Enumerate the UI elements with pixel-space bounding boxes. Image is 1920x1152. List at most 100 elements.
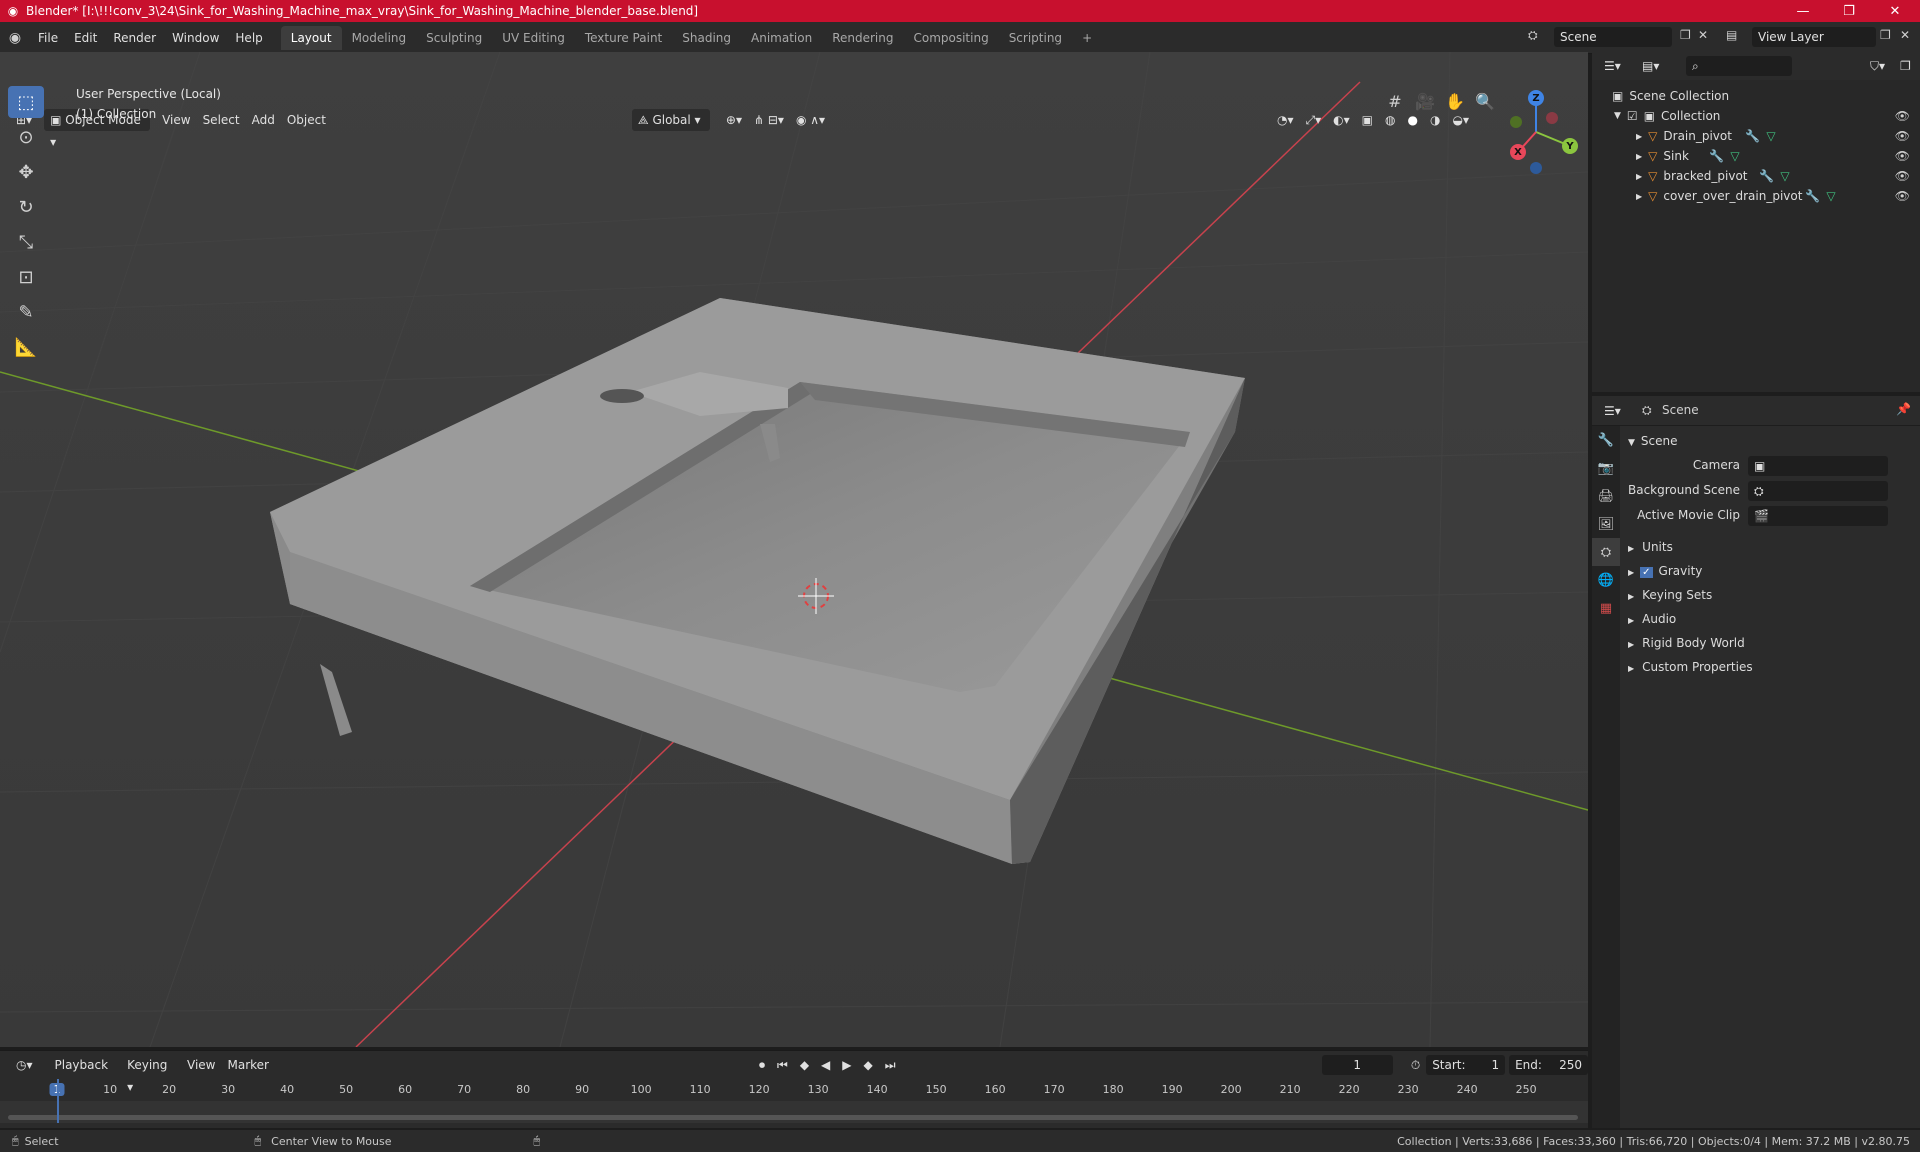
scene-tab-icon[interactable]: ⛭	[1592, 538, 1620, 566]
move-tool-icon[interactable]: ✥	[8, 156, 44, 188]
section-custom-properties[interactable]: ▶ Custom Properties	[1628, 660, 1753, 674]
section-gravity[interactable]: ▶ ✓ Gravity	[1628, 564, 1702, 578]
visibility-eye-icon[interactable]: 👁	[1895, 169, 1910, 183]
3d-viewport[interactable]: ⊞▾ ▣ Object Mode ▾ View Select Add Objec…	[0, 52, 1588, 1047]
outliner-scene-collection[interactable]: ▣ Scene Collection	[1592, 86, 1920, 106]
menu-playback[interactable]: Playback ▾	[49, 1054, 122, 1094]
menu-object[interactable]: Object	[281, 109, 332, 131]
texture-tab-icon[interactable]: ▦	[1592, 594, 1620, 622]
mesh-data-icon[interactable]: ▽	[1826, 189, 1835, 203]
tab-scripting[interactable]: Scripting	[999, 26, 1072, 50]
visibility-eye-icon[interactable]: 👁	[1895, 149, 1910, 163]
outliner-collection[interactable]: ▼ ☑ ▣ Collection 👁	[1592, 106, 1920, 126]
rotate-tool-icon[interactable]: ↻	[8, 191, 44, 223]
menu-marker[interactable]: Marker	[222, 1054, 275, 1076]
transform-orientation[interactable]: ⟁ Global ▾	[631, 109, 710, 131]
tool-tab-icon[interactable]: 🔧	[1592, 426, 1620, 454]
menu-edit[interactable]: Edit	[66, 26, 105, 50]
keyframe-area[interactable]	[0, 1101, 1588, 1123]
playhead[interactable]	[57, 1079, 59, 1123]
next-keyframe-icon[interactable]: ◆	[858, 1054, 879, 1076]
gizmo-z-axis[interactable]: Z	[1528, 90, 1544, 106]
delete-scene-icon[interactable]: ✕	[1698, 28, 1708, 42]
mesh-data-icon[interactable]: ▽	[1780, 169, 1789, 183]
active-movie-clip-field[interactable]: 🎬	[1748, 506, 1888, 526]
end-frame-field[interactable]: End: 250	[1509, 1055, 1588, 1075]
xray-icon[interactable]: ▣	[1356, 109, 1379, 131]
menu-render[interactable]: Render	[105, 26, 164, 50]
frame-ruler[interactable]: 1102030405060708090100110120130140150160…	[0, 1079, 1588, 1101]
new-collection-icon[interactable]: ❐	[1894, 55, 1917, 77]
delete-view-layer-icon[interactable]: ✕	[1900, 28, 1910, 42]
play-reverse-icon[interactable]: ◀	[815, 1054, 836, 1076]
gizmo-x-axis[interactable]: X	[1510, 144, 1526, 160]
menu-help[interactable]: Help	[227, 26, 270, 50]
menu-file[interactable]: File	[30, 26, 66, 50]
filter-icon[interactable]: ⛉▾	[1864, 55, 1891, 77]
blender-menu-icon[interactable]: ◉	[0, 30, 30, 46]
outliner-object-bracked-pivot[interactable]: ▶ ▽ bracked_pivot 🔧 ▽ 👁	[1592, 166, 1920, 186]
section-keying-sets[interactable]: ▶ Keying Sets	[1628, 588, 1712, 602]
pan-hand-icon[interactable]: ✋	[1440, 86, 1470, 116]
tab-modeling[interactable]: Modeling	[342, 26, 417, 50]
annotate-tool-icon[interactable]: ✎	[8, 296, 44, 328]
outliner-object-cover-over-drain-pivot[interactable]: ▶ ▽ cover_over_drain_pivot 🔧 ▽ 👁	[1592, 186, 1920, 206]
cursor-tool-icon[interactable]: ⊙	[8, 121, 44, 153]
tab-shading[interactable]: Shading	[672, 26, 741, 50]
new-view-layer-icon[interactable]: ❐	[1880, 28, 1891, 42]
gizmo-toggle-icon[interactable]: ⤢▾	[1300, 109, 1328, 131]
record-icon[interactable]: ⏺	[753, 1054, 771, 1076]
background-scene-field[interactable]: ⛭	[1748, 481, 1888, 501]
scale-tool-icon[interactable]: ⤡	[8, 226, 44, 258]
grid-view-icon[interactable]: #	[1380, 86, 1410, 116]
menu-add[interactable]: Add	[246, 109, 281, 131]
gizmo-neg-y-axis[interactable]	[1510, 116, 1522, 128]
mesh-data-icon[interactable]: ▽	[1730, 149, 1739, 163]
scene-selector[interactable]: Scene	[1554, 27, 1672, 47]
expand-icon[interactable]: ▶	[1636, 192, 1642, 201]
tab-sculpting[interactable]: Sculpting	[416, 26, 492, 50]
view-layer-tab-icon[interactable]: 🖼	[1592, 510, 1620, 538]
scene-panel-header[interactable]: ▼ Scene	[1628, 434, 1678, 448]
camera-view-icon[interactable]: 🎥	[1410, 86, 1440, 116]
render-tab-icon[interactable]: 📷	[1592, 454, 1620, 482]
navigation-gizmo[interactable]: Z Y X	[1500, 90, 1588, 180]
output-tab-icon[interactable]: 🖨	[1592, 482, 1620, 510]
transform-tool-icon[interactable]: ⊡	[8, 261, 44, 293]
tab-layout[interactable]: Layout	[280, 25, 342, 50]
menu-view[interactable]: View	[181, 1054, 221, 1076]
visibility-eye-icon[interactable]: 👁	[1895, 129, 1910, 143]
tab-uv-editing[interactable]: UV Editing	[492, 26, 575, 50]
menu-window[interactable]: Window	[164, 26, 227, 50]
modifier-wrench-icon[interactable]: 🔧	[1709, 149, 1724, 163]
outliner-object-drain-pivot[interactable]: ▶ ▽ Drain_pivot 🔧 ▽ 👁	[1592, 126, 1920, 146]
current-frame-field[interactable]: 1	[1321, 1055, 1393, 1075]
close-button[interactable]: ✕	[1872, 0, 1918, 22]
gravity-checkbox[interactable]: ✓	[1640, 567, 1653, 578]
zoom-icon[interactable]: 🔍	[1470, 86, 1500, 116]
modifier-wrench-icon[interactable]: 🔧	[1759, 169, 1774, 183]
pin-icon[interactable]: 📌	[1896, 402, 1911, 416]
expand-icon[interactable]: ▶	[1636, 132, 1642, 141]
world-tab-icon[interactable]: 🌐	[1592, 566, 1620, 594]
modifier-wrench-icon[interactable]: 🔧	[1745, 129, 1760, 143]
expand-icon[interactable]: ▼	[1614, 111, 1621, 121]
prev-keyframe-icon[interactable]: ◆	[794, 1054, 815, 1076]
menu-keying[interactable]: Keying ▾	[121, 1054, 181, 1094]
timeline-editor-type-icon[interactable]: ◷▾	[10, 1054, 39, 1076]
gizmo-y-axis[interactable]: Y	[1562, 138, 1578, 154]
snap-icon[interactable]: ⋔ ⊟▾	[748, 109, 790, 131]
section-rigid-body-world[interactable]: ▶ Rigid Body World	[1628, 636, 1745, 650]
preview-range-icon[interactable]: ⏱	[1405, 1054, 1426, 1076]
tab-rendering[interactable]: Rendering	[822, 26, 903, 50]
visibility-eye-icon[interactable]: 👁	[1895, 109, 1910, 123]
maximize-button[interactable]: ❐	[1826, 0, 1872, 22]
outliner-search-input[interactable]: ⌕	[1686, 56, 1792, 76]
tab-texture-paint[interactable]: Texture Paint	[575, 26, 672, 50]
outliner-object-sink[interactable]: ▶ ▽ Sink 🔧 ▽ 👁	[1592, 146, 1920, 166]
gizmo-neg-x-axis[interactable]	[1546, 112, 1558, 124]
outliner-editor-type-icon[interactable]: ☰▾	[1598, 55, 1627, 77]
visibility-eye-icon[interactable]: 👁	[1895, 189, 1910, 203]
pivot-icon[interactable]: ⊕▾	[720, 109, 748, 131]
new-scene-icon[interactable]: ❐	[1680, 28, 1691, 42]
